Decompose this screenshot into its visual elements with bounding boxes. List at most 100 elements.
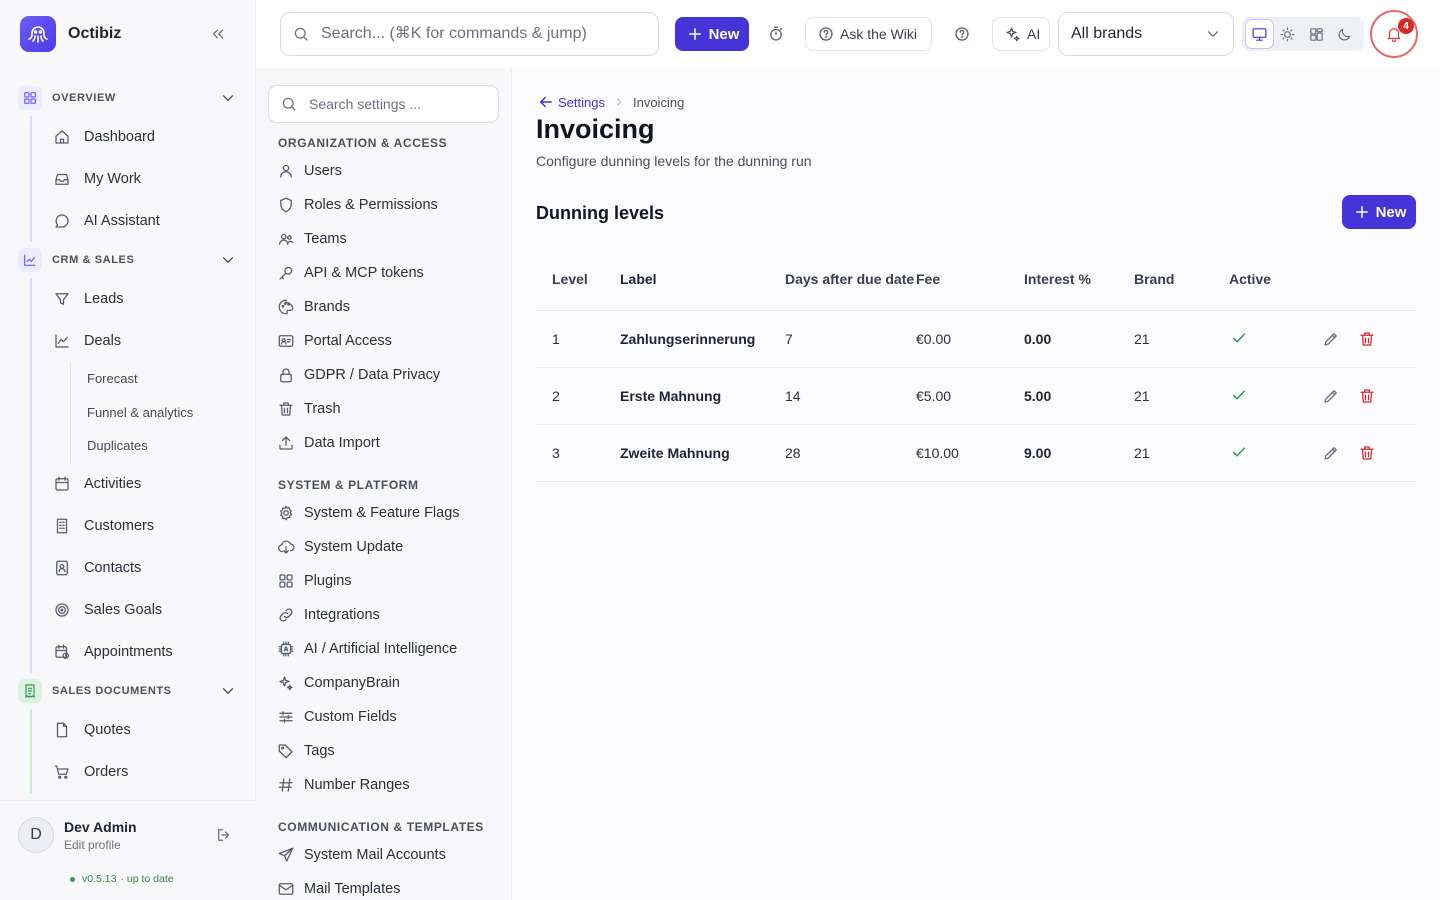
table-row[interactable]: 2 Erste Mahnung 14 €5.00 5.00 21 xyxy=(536,367,1416,425)
global-search-input[interactable] xyxy=(321,25,641,43)
new-button[interactable]: New xyxy=(675,17,749,51)
settings-item-system-update[interactable]: System Update xyxy=(256,530,511,564)
sun-icon[interactable] xyxy=(1275,20,1302,48)
edit-profile-link[interactable]: Edit profile xyxy=(64,838,121,852)
sidebar-subitem-forecast[interactable]: Forecast xyxy=(71,362,256,396)
moon-icon[interactable] xyxy=(1332,20,1359,48)
pencil-icon[interactable] xyxy=(1321,329,1341,349)
settings-item-tags[interactable]: Tags xyxy=(256,734,511,768)
trash-icon[interactable] xyxy=(1357,386,1377,406)
back-link[interactable]: Settings xyxy=(536,92,605,112)
column-header-fee[interactable]: Fee xyxy=(916,248,1024,311)
column-header-active[interactable]: Active xyxy=(1229,248,1321,311)
settings-group-gap xyxy=(256,802,511,816)
key-icon xyxy=(276,263,296,283)
sidebar-item-contacts[interactable]: Contacts xyxy=(32,547,256,589)
settings-item-plugins[interactable]: Plugins xyxy=(256,564,511,598)
avatar[interactable]: D xyxy=(18,817,54,853)
stopwatch-icon[interactable] xyxy=(766,24,786,44)
chevron-down-icon[interactable] xyxy=(218,88,238,108)
settings-item-portal-access[interactable]: Portal Access xyxy=(256,324,511,358)
settings-search-input[interactable] xyxy=(309,96,489,112)
table-body: 1 Zahlungserinnerung 7 €0.00 0.00 21 2 E… xyxy=(536,310,1416,481)
ai-button[interactable]: AI xyxy=(992,17,1050,51)
sidebar-item-activities[interactable]: Activities xyxy=(32,463,256,505)
sidebar-item-label: My Work xyxy=(84,171,141,187)
brand-select[interactable]: All brands xyxy=(1058,12,1234,56)
column-header-level[interactable]: Level xyxy=(536,248,620,311)
sidebar-item-deals[interactable]: Deals xyxy=(32,320,256,362)
id-card-icon xyxy=(276,331,296,351)
octopus-logo-icon[interactable] xyxy=(20,16,56,52)
column-header-brand[interactable]: Brand xyxy=(1134,248,1229,311)
ask-wiki-button[interactable]: Ask the Wiki xyxy=(805,17,932,51)
status-dot xyxy=(70,876,75,882)
chevron-down-icon[interactable] xyxy=(218,250,238,270)
trash-icon[interactable] xyxy=(1357,329,1377,349)
sidebar-item-label: Leads xyxy=(84,291,124,307)
sidebar-item-orders[interactable]: Orders xyxy=(32,751,256,793)
section-overview[interactable]: OVERVIEW xyxy=(0,80,256,116)
app-name: Octibiz xyxy=(68,25,122,42)
settings-item-number-ranges[interactable]: Number Ranges xyxy=(256,768,511,802)
help-icon[interactable] xyxy=(952,24,972,44)
pencil-icon[interactable] xyxy=(1321,386,1341,406)
sidebar-item-customers[interactable]: Customers xyxy=(32,505,256,547)
settings-item-ai-artificial-intelligence[interactable]: AI / Artificial Intelligence xyxy=(256,632,511,666)
settings-item-trash[interactable]: Trash xyxy=(256,392,511,426)
trash-icon[interactable] xyxy=(1357,443,1377,463)
sidebar-item-sales-goals[interactable]: Sales Goals xyxy=(32,589,256,631)
sidebar-item-ai-assistant[interactable]: AI Assistant xyxy=(32,200,256,242)
settings-item-system-feature-flags[interactable]: System & Feature Flags xyxy=(256,496,511,530)
settings-item-teams[interactable]: Teams xyxy=(256,222,511,256)
column-header-days[interactable]: Days after due date xyxy=(785,248,916,311)
settings-item-label: System Update xyxy=(304,539,404,555)
settings-item-mail-templates[interactable]: Mail Templates xyxy=(256,872,511,900)
logout-icon[interactable] xyxy=(214,825,234,845)
settings-item-system-mail-accounts[interactable]: System Mail Accounts xyxy=(256,838,511,872)
deals-subitems: Forecast Funnel & analytics Duplicates xyxy=(70,362,256,463)
settings-item-users[interactable]: Users xyxy=(256,154,511,188)
settings-item-gdpr-data-privacy[interactable]: GDPR / Data Privacy xyxy=(256,358,511,392)
monitor-icon[interactable] xyxy=(1246,20,1273,48)
settings-search[interactable] xyxy=(268,85,499,123)
pencil-icon[interactable] xyxy=(1321,443,1341,463)
user-profile-bar: D Dev Admin Edit profile v0.5.13 · up to… xyxy=(0,800,256,900)
settings-item-data-import[interactable]: Data Import xyxy=(256,426,511,460)
sidebar-item-leads[interactable]: Leads xyxy=(32,278,256,320)
sidebar-item-label: Customers xyxy=(84,517,155,534)
table-row[interactable]: 1 Zahlungserinnerung 7 €0.00 0.00 21 xyxy=(536,310,1416,368)
check-icon xyxy=(1229,385,1249,405)
sidebar-item-quotes[interactable]: Quotes xyxy=(32,709,256,751)
chevron-down-icon[interactable] xyxy=(218,681,238,701)
global-search[interactable] xyxy=(280,12,659,56)
layout-grid-icon[interactable] xyxy=(1303,20,1330,48)
breadcrumb-settings[interactable]: Settings xyxy=(558,95,605,110)
collapse-sidebar-icon[interactable] xyxy=(208,24,228,44)
cell-label: Erste Mahnung xyxy=(620,367,785,425)
settings-item-api-mcp-tokens[interactable]: API & MCP tokens xyxy=(256,256,511,290)
settings-item-companybrain[interactable]: CompanyBrain xyxy=(256,666,511,700)
table-row[interactable]: 3 Zweite Mahnung 28 €10.00 9.00 21 xyxy=(536,424,1416,481)
settings-item-custom-fields[interactable]: Custom Fields xyxy=(256,700,511,734)
cell-days: 7 xyxy=(785,310,916,368)
settings-item-integrations[interactable]: Integrations xyxy=(256,598,511,632)
cell-level: 3 xyxy=(552,444,560,461)
sidebar-item-dashboard[interactable]: Dashboard xyxy=(32,116,256,158)
settings-item-roles-permissions[interactable]: Roles & Permissions xyxy=(256,188,511,222)
section-sales-documents[interactable]: SALES DOCUMENTS xyxy=(0,673,256,709)
sidebar-item-appointments[interactable]: Appointments xyxy=(32,631,256,673)
column-header-interest[interactable]: Interest % xyxy=(1024,248,1134,311)
sidebar-item-my-work[interactable]: My Work xyxy=(32,158,256,200)
new-dunning-level-button[interactable]: New xyxy=(1342,195,1416,229)
column-header-label[interactable]: Label xyxy=(620,248,785,311)
sliders-icon xyxy=(276,707,296,727)
notifications-button[interactable]: 4 xyxy=(1370,10,1418,58)
section-label: OVERVIEW xyxy=(52,92,116,104)
section-crm-sales[interactable]: CRM & SALES xyxy=(0,242,256,278)
top-bar: New Ask the Wiki AI All brands 4 xyxy=(256,0,1440,68)
sidebar-subitem-funnel-analytics[interactable]: Funnel & analytics xyxy=(71,396,256,430)
settings-item-brands[interactable]: Brands xyxy=(256,290,511,324)
sidebar-subitem-duplicates[interactable]: Duplicates xyxy=(71,429,256,463)
section-label: CRM & SALES xyxy=(52,254,135,266)
